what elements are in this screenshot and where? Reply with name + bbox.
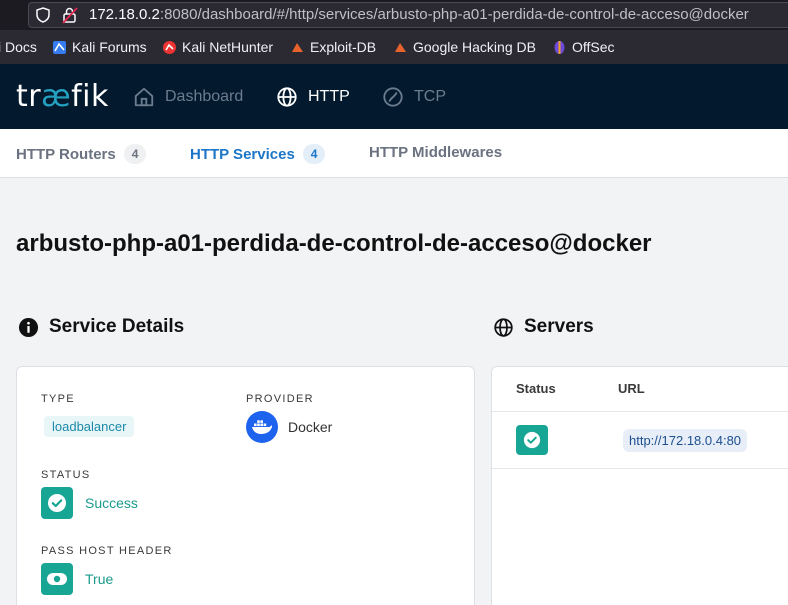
traefik-logo[interactable]: træfik <box>16 79 109 114</box>
top-navigation: træfik Dashboard HTTP TCP <box>0 64 788 129</box>
nav-http-label: HTTP <box>308 88 350 105</box>
tab-http-routers[interactable]: HTTP Routers 4 <box>16 144 147 164</box>
column-header-status: Status <box>516 381 556 396</box>
url-path: :8080/dashboard/#/http/services/arbusto-… <box>159 6 749 23</box>
row-divider <box>492 411 788 412</box>
provider-value: Docker <box>246 411 332 443</box>
url-text[interactable]: 172.18.0.2:8080/dashboard/#/http/service… <box>89 6 749 23</box>
exploit-db-icon <box>292 42 303 52</box>
ghdb-icon <box>395 42 406 52</box>
bookmarks-bar: i Docs Kali Forums Kali NetHunter Exploi… <box>0 30 788 64</box>
servers-heading: Servers <box>493 316 594 338</box>
url-host: 172.18.0.2 <box>89 6 160 23</box>
tcp-icon <box>383 87 403 107</box>
shield-icon[interactable] <box>36 7 50 23</box>
browser-url-bar: 172.18.0.2:8080/dashboard/#/http/service… <box>0 0 788 30</box>
nav-tcp[interactable]: TCP <box>382 86 446 108</box>
nav-tcp-label: TCP <box>414 88 446 105</box>
provider-name: Docker <box>288 419 333 435</box>
type-label: TYPE <box>41 393 75 405</box>
status-label: STATUS <box>41 469 91 481</box>
tab-http-middlewares[interactable]: HTTP Middlewares <box>369 144 502 161</box>
section-title-text: Servers <box>524 316 594 337</box>
column-header-url: URL <box>618 381 645 396</box>
bookmark-kali-forums[interactable]: Kali Forums <box>52 39 147 55</box>
pass-host-header-value: True <box>41 563 113 595</box>
bookmark-label: OffSec <box>572 39 615 55</box>
server-url-link[interactable]: http://172.18.0.4:80 <box>623 429 748 452</box>
nav-http[interactable]: HTTP <box>276 86 350 108</box>
globe-icon <box>277 87 297 107</box>
home-icon <box>134 87 154 107</box>
pass-host-header-label: PASS HOST HEADER <box>41 545 173 557</box>
bookmark-offsec[interactable]: OffSec <box>552 39 615 55</box>
nethunter-icon <box>163 40 176 54</box>
tab-count-badge: 4 <box>302 144 326 164</box>
bookmark-label: Kali Forums <box>72 39 147 55</box>
bookmark-label: i Docs <box>0 39 37 55</box>
provider-label: PROVIDER <box>246 393 314 405</box>
pass-host-header-text: True <box>85 571 114 587</box>
bookmark-exploit-db[interactable]: Exploit-DB <box>290 39 376 55</box>
toggle-on-icon <box>41 563 73 595</box>
bookmark-google-hacking-db[interactable]: Google Hacking DB <box>393 39 536 55</box>
page-title: arbusto-php-a01-perdida-de-control-de-ac… <box>16 230 652 257</box>
info-icon <box>18 317 39 337</box>
insecure-lock-icon[interactable] <box>62 6 78 24</box>
service-details-heading: Service Details <box>18 316 184 338</box>
tab-http-services[interactable]: HTTP Services 4 <box>190 144 326 164</box>
nav-dashboard-label: Dashboard <box>165 88 244 105</box>
nav-dashboard[interactable]: Dashboard <box>133 86 243 108</box>
bookmark-kali-nethunter[interactable]: Kali NetHunter <box>162 39 273 55</box>
tab-label: HTTP Middlewares <box>369 144 503 161</box>
bookmark-label: Kali NetHunter <box>182 39 274 55</box>
bookmark-label: Google Hacking DB <box>413 39 536 55</box>
server-status-success-icon <box>516 425 548 455</box>
type-value-chip: loadbalancer <box>44 416 135 437</box>
status-text: Success <box>85 495 138 511</box>
servers-card: Status URL http://172.18.0.4:80 <box>491 366 788 605</box>
bookmark-kali-docs[interactable]: i Docs <box>0 39 37 55</box>
row-divider <box>492 468 788 469</box>
offsec-icon <box>554 40 565 54</box>
service-details-card: TYPE loadbalancer PROVIDER Docker STATUS… <box>16 366 475 605</box>
docker-icon <box>246 411 278 443</box>
tab-label: HTTP Routers <box>16 145 116 163</box>
bookmark-label: Exploit-DB <box>310 39 377 55</box>
sub-tabs: HTTP Routers 4 HTTP Services 4 HTTP Midd… <box>0 129 788 178</box>
status-value: Success <box>41 487 138 519</box>
success-check-icon <box>41 487 73 519</box>
kali-dragon-icon <box>53 40 66 54</box>
tab-label: HTTP Services <box>190 145 295 163</box>
section-title-text: Service Details <box>49 316 185 337</box>
globe-icon <box>494 317 513 337</box>
tab-count-badge: 4 <box>123 144 147 164</box>
